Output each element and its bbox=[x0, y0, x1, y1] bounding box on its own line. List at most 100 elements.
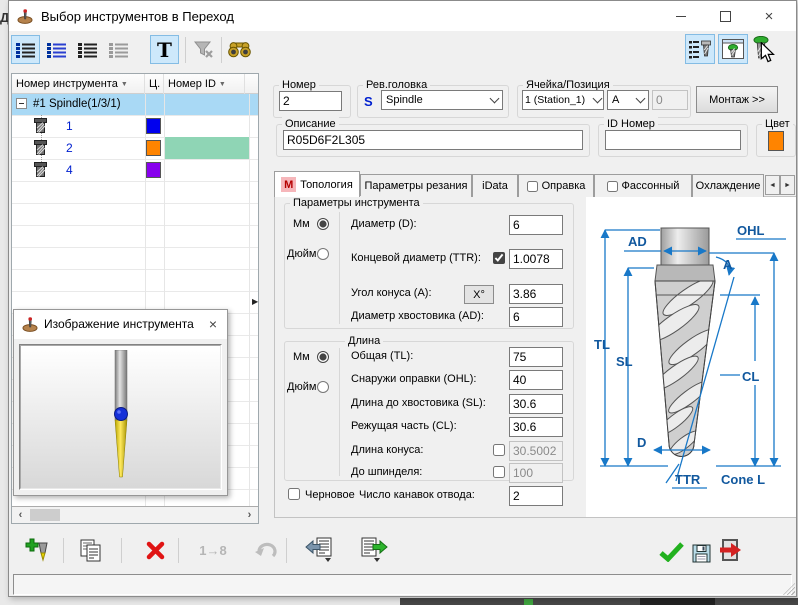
id-number-input[interactable] bbox=[605, 130, 741, 150]
list-view-4-icon bbox=[108, 42, 128, 58]
tool-color-picker[interactable] bbox=[768, 131, 784, 151]
tool-window-view-button[interactable] bbox=[718, 34, 748, 64]
view-details-button[interactable] bbox=[11, 35, 40, 64]
shank-diameter-input[interactable] bbox=[509, 307, 563, 327]
close-button[interactable]: × bbox=[747, 1, 791, 31]
view-list-button[interactable] bbox=[42, 35, 71, 64]
tab-scroll-right[interactable]: ► bbox=[780, 175, 795, 195]
tool-row-2[interactable]: 2 bbox=[12, 137, 258, 159]
toolbar-separator bbox=[178, 538, 179, 563]
scroll-left-arrow[interactable]: ‹ bbox=[12, 507, 29, 523]
list-view-3-icon bbox=[77, 42, 97, 58]
position-combo[interactable]: A bbox=[607, 90, 649, 110]
tree-horizontal-scrollbar[interactable]: ‹ › bbox=[12, 506, 258, 523]
view-simple-button[interactable] bbox=[104, 35, 133, 64]
list-view-1-icon bbox=[15, 42, 35, 58]
ohl-input[interactable] bbox=[509, 370, 563, 390]
length-title: Длина bbox=[345, 334, 384, 348]
taper-angle-input[interactable] bbox=[509, 284, 563, 304]
tab-scroll-left[interactable]: ◄ bbox=[765, 175, 780, 195]
tool-params-title: Параметры инструмента bbox=[290, 196, 423, 210]
flutes-input[interactable] bbox=[509, 486, 563, 506]
tool-icon bbox=[34, 140, 47, 155]
scroll-right-arrow[interactable]: › bbox=[241, 507, 258, 523]
dim-ad-label: AD bbox=[628, 234, 647, 249]
maximize-button[interactable] bbox=[703, 1, 747, 31]
dialog-titlebar: Выбор инструментов в Переход × bbox=[9, 1, 796, 31]
group-row-label: #1 Spindle(1/3/1) bbox=[33, 98, 121, 110]
tool-list-view-button[interactable] bbox=[685, 34, 715, 64]
mm-radio[interactable] bbox=[317, 351, 329, 363]
column-header-tool-number[interactable]: Номер инструмента ▼ bbox=[12, 74, 145, 94]
cone-length-checkbox[interactable] bbox=[493, 444, 505, 456]
tool-green-toggle[interactable] bbox=[752, 36, 770, 62]
tool-image-frame bbox=[19, 344, 222, 490]
green-check-icon bbox=[658, 542, 684, 562]
tool-color-swatch[interactable] bbox=[146, 162, 161, 178]
form-tool-checkbox[interactable] bbox=[606, 180, 618, 192]
column-header-id[interactable]: Номер ID ▼ bbox=[164, 74, 245, 94]
copy-tool-button[interactable] bbox=[75, 535, 107, 565]
rough-checkbox[interactable] bbox=[288, 488, 300, 500]
tree-group-row[interactable]: #1 Spindle(1/3/1) bbox=[12, 94, 258, 115]
tool-color-swatch[interactable] bbox=[146, 118, 161, 134]
angle-unit-button[interactable]: X° bbox=[464, 285, 494, 304]
diameter-input[interactable] bbox=[509, 215, 563, 235]
column-header-color[interactable]: Ц. bbox=[145, 74, 164, 94]
export-list-icon bbox=[361, 537, 388, 562]
inch-radio[interactable] bbox=[317, 248, 329, 260]
tab-coolant[interactable]: Охлаждение bbox=[692, 174, 764, 197]
tool-image-titlebar[interactable]: Изображение инструмента × bbox=[14, 310, 227, 339]
shoulder-length-input[interactable] bbox=[509, 394, 563, 414]
mm-radio[interactable] bbox=[317, 218, 329, 230]
inch-radio[interactable] bbox=[317, 381, 329, 393]
export-tools-button[interactable] bbox=[354, 535, 394, 565]
tab-form-tool[interactable]: Фассонный bbox=[594, 174, 692, 197]
tool-number-input[interactable] bbox=[279, 91, 342, 111]
tab-holder[interactable]: Оправка bbox=[518, 174, 594, 197]
revhead-combo[interactable]: Spindle bbox=[381, 90, 503, 110]
text-filter-button[interactable]: T bbox=[150, 35, 179, 64]
tool-color-swatch[interactable] bbox=[146, 140, 161, 156]
view-compact-button[interactable] bbox=[73, 35, 102, 64]
mount-button[interactable]: Монтаж >> bbox=[696, 86, 778, 113]
tool-row-1[interactable]: 1 bbox=[12, 115, 258, 137]
diagram-panel: TL SL AD OHL A CL D TTR Cone L bbox=[586, 197, 796, 517]
ok-button[interactable] bbox=[657, 537, 685, 567]
station-combo[interactable]: 1 (Station_1) bbox=[522, 90, 604, 110]
splitter-arrow-icon[interactable]: ▶ bbox=[252, 297, 258, 306]
delete-tool-button[interactable] bbox=[139, 535, 171, 565]
tool-image-close-button[interactable]: × bbox=[209, 316, 217, 332]
id-number-label: ID Номер bbox=[604, 117, 658, 131]
tool-diagram: TL SL AD OHL A CL D TTR Cone L bbox=[594, 223, 786, 489]
copy-icon bbox=[80, 539, 101, 561]
holder-checkbox[interactable] bbox=[526, 180, 538, 192]
tab-cutting-params[interactable]: Параметры резания bbox=[360, 174, 472, 197]
column-header-stub bbox=[245, 74, 258, 94]
toolbar-separator bbox=[121, 538, 122, 563]
color-label: Цвет bbox=[762, 117, 793, 131]
ttr-input[interactable] bbox=[509, 249, 563, 269]
sort-desc-icon: ▼ bbox=[218, 80, 226, 88]
exit-button[interactable] bbox=[717, 535, 745, 565]
background-app-text: Д bbox=[0, 10, 8, 25]
to-spindle-input bbox=[509, 463, 563, 483]
import-tools-button[interactable] bbox=[299, 535, 339, 565]
scroll-thumb[interactable] bbox=[30, 509, 60, 521]
save-button[interactable] bbox=[689, 538, 713, 568]
to-spindle-checkbox[interactable] bbox=[493, 466, 505, 478]
minimize-button[interactable] bbox=[659, 1, 703, 31]
tab-topology[interactable]: M Топология bbox=[274, 171, 360, 197]
collapse-expander[interactable] bbox=[16, 98, 27, 109]
tab-idata[interactable]: iData bbox=[472, 174, 518, 197]
delete-x-icon bbox=[146, 541, 164, 559]
tool-row-3[interactable]: 4 bbox=[12, 159, 258, 181]
ttr-checkbox[interactable] bbox=[493, 252, 505, 264]
clear-filter-button[interactable] bbox=[189, 35, 218, 64]
description-input[interactable] bbox=[283, 130, 583, 150]
tool-image-icon bbox=[22, 317, 38, 332]
add-tool-button[interactable] bbox=[21, 535, 53, 565]
find-tool-button[interactable] bbox=[225, 35, 254, 64]
total-length-input[interactable] bbox=[509, 347, 563, 367]
cutting-length-input[interactable] bbox=[509, 417, 563, 437]
